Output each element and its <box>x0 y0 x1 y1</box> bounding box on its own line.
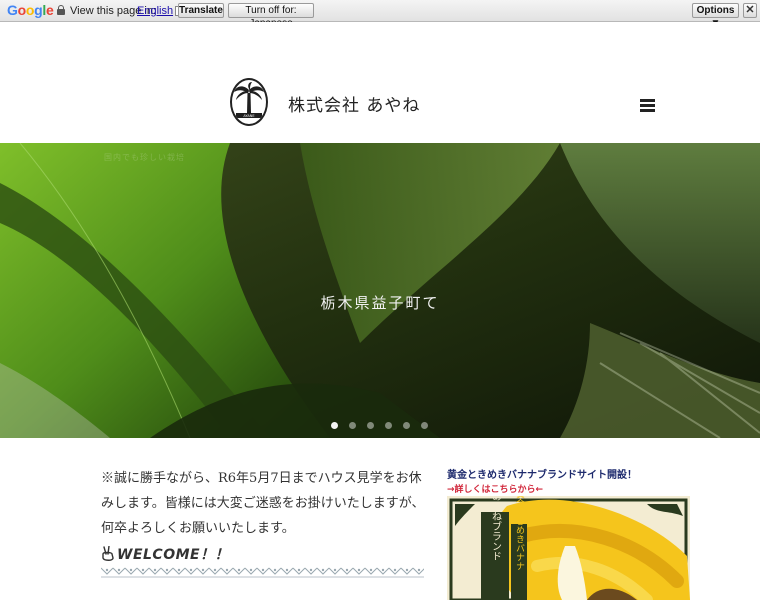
slider-dot[interactable] <box>367 422 374 429</box>
banana-image: あやねブランド 黄金ときめきバナナ <box>447 496 690 600</box>
brand-site-title[interactable]: 黄金ときめきバナナブランドサイト開設！ <box>447 466 637 481</box>
peace-hand-icon <box>102 546 114 561</box>
translate-button[interactable]: Translate <box>178 3 224 18</box>
hero-faint-text: 国内でも珍しい栽培 <box>104 153 185 162</box>
banner-vertical-text-2: 黄金ときめきバナナ <box>514 496 525 571</box>
lock-icon <box>57 5 65 15</box>
slider-dot[interactable] <box>349 422 356 429</box>
welcome-text: WELCOME！！ <box>117 547 230 563</box>
banner-vertical-text-1: あやねブランド <box>490 496 502 561</box>
slider-dot[interactable] <box>385 422 392 429</box>
decorative-divider <box>101 566 424 578</box>
closure-notice: ※誠に勝手ながら、R6年5月7日までハウス見学をお休みします。皆様には大変ご迷惑… <box>101 471 425 536</box>
brand-site-link[interactable]: →詳しくはこちらから← <box>447 482 543 495</box>
brand-name[interactable]: 株式会社 あやね <box>288 91 420 116</box>
banana-leaf-photo <box>0 143 760 438</box>
hero-caption: 栃木県益子町て <box>320 294 440 312</box>
slider-dot[interactable] <box>331 422 338 429</box>
close-icon[interactable]: ✕ <box>743 3 757 18</box>
options-button[interactable]: Options ▼ <box>692 3 739 29</box>
turn-off-button[interactable]: Turn off for: Japanese <box>228 3 314 29</box>
slider-dot[interactable] <box>403 422 410 429</box>
google-logo: Google <box>7 2 54 18</box>
translate-bar: Google View this page in: English ▼ Tran… <box>0 0 760 29</box>
welcome-heading: WELCOME！！ <box>101 544 229 564</box>
site-header: AYANE 株式会社 あやね <box>0 22 760 143</box>
logo-text: AYANE <box>243 114 254 118</box>
menu-icon[interactable] <box>640 99 655 113</box>
hero-slider: 国内でも珍しい栽培 栃木県益子町て <box>0 143 760 438</box>
banana-brand-banner[interactable]: あやねブランド 黄金ときめきバナナ <box>447 496 690 600</box>
slider-dot[interactable] <box>421 422 428 429</box>
palm-tree-logo[interactable]: AYANE <box>230 78 268 126</box>
slider-dots <box>331 422 428 429</box>
language-value: English <box>137 5 174 17</box>
